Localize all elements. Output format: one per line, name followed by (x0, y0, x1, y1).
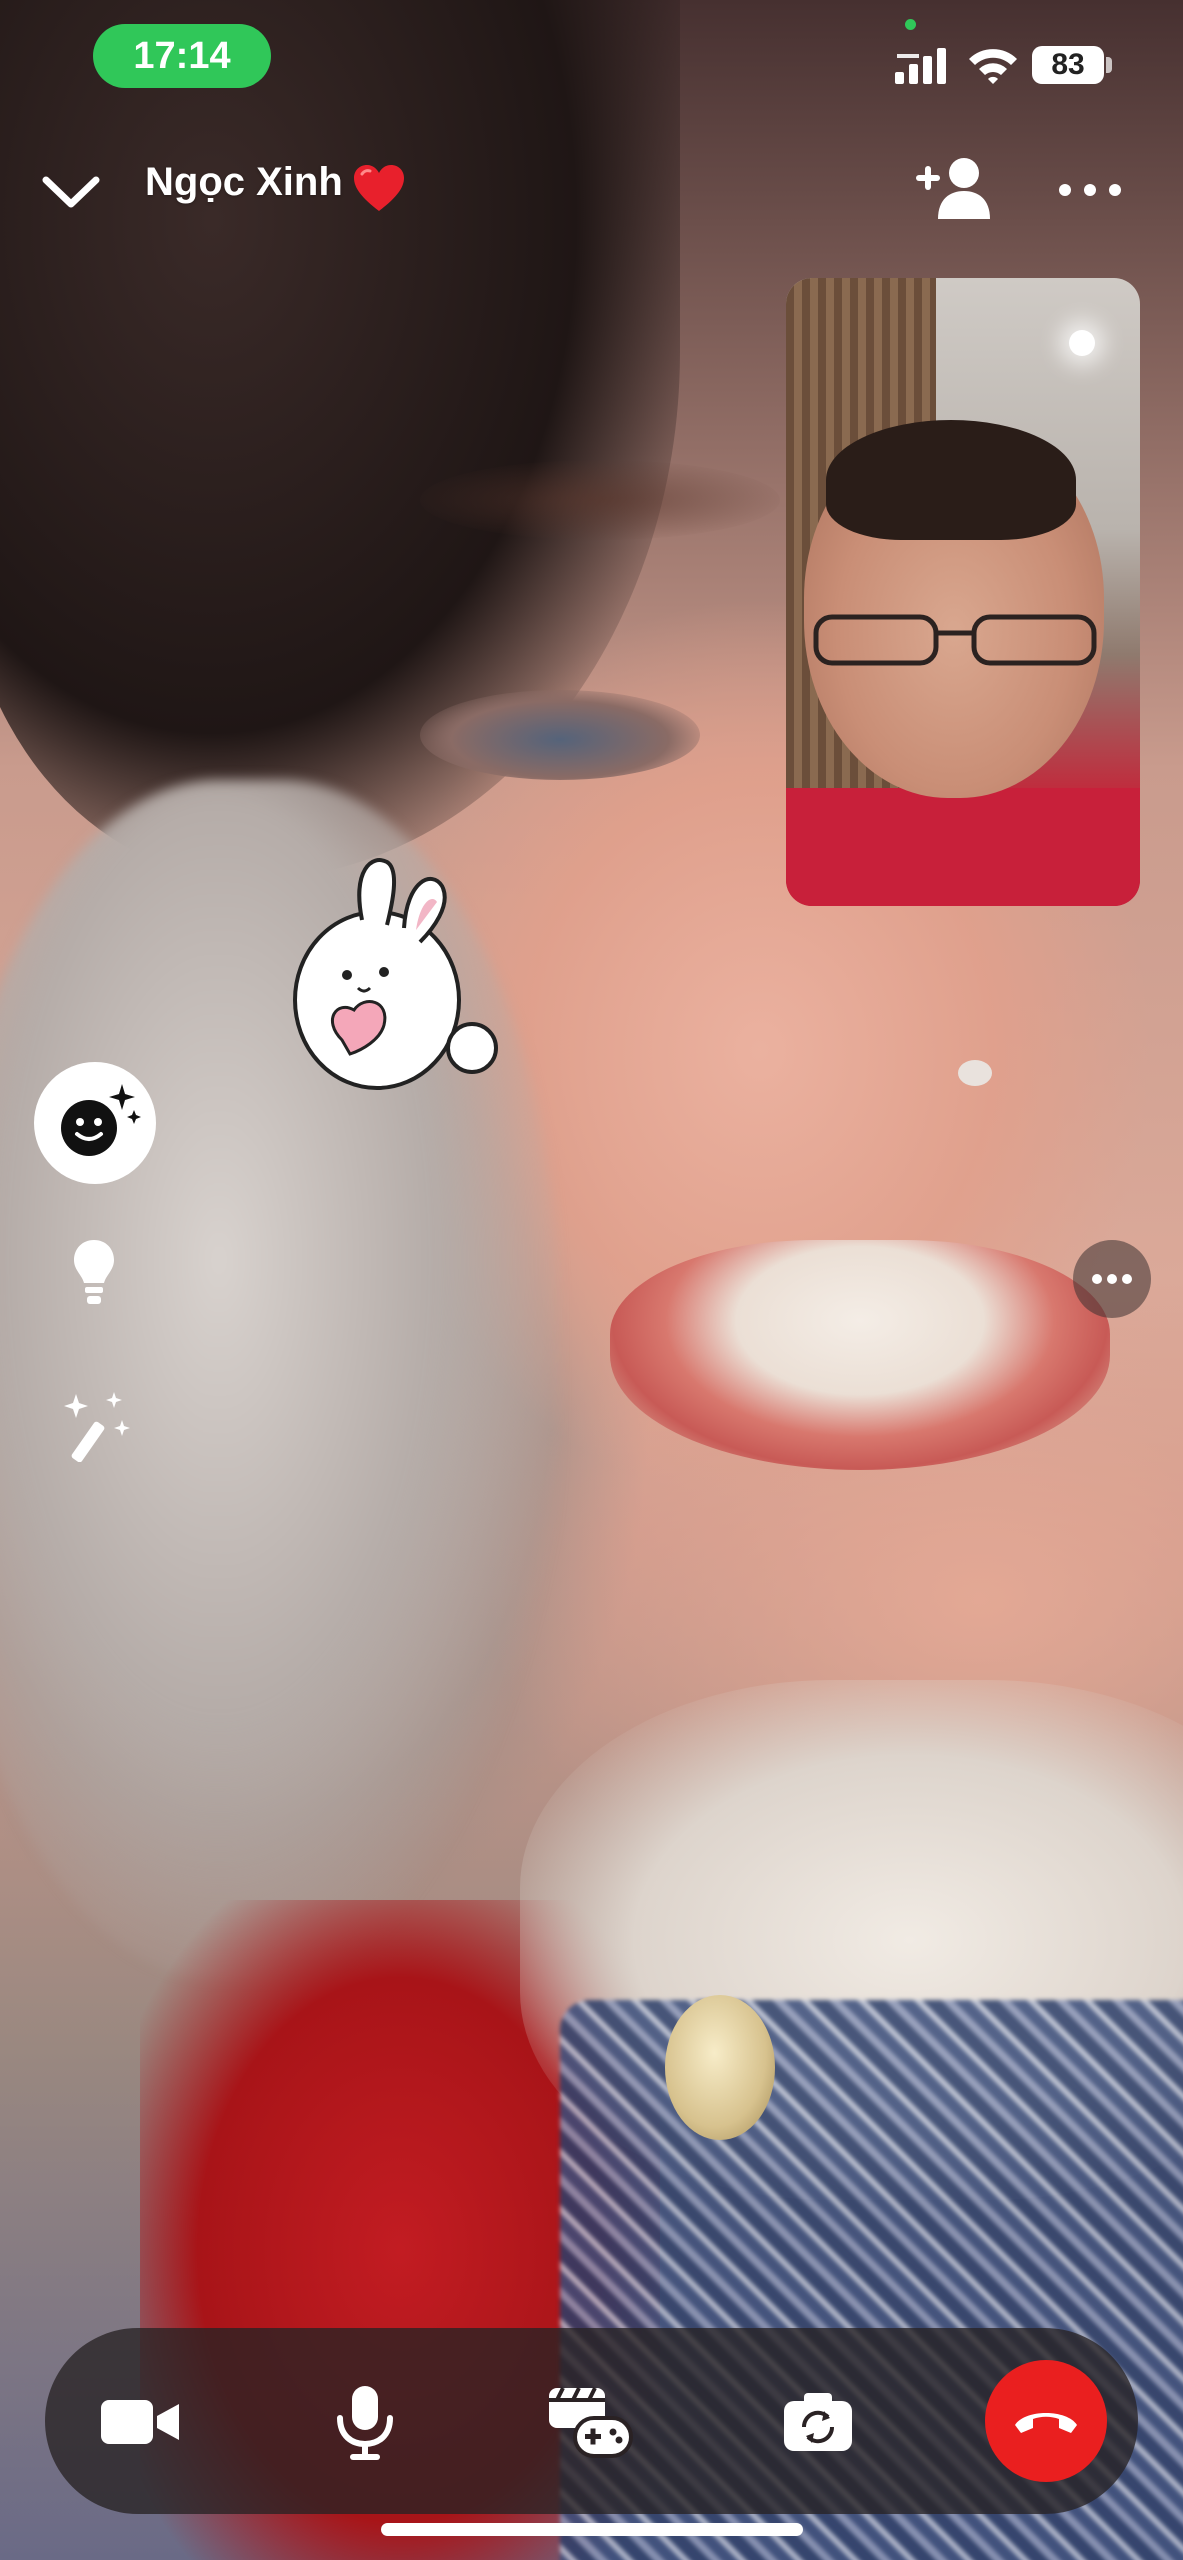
toggle-camera-button[interactable] (95, 2372, 185, 2472)
end-call-button[interactable] (985, 2360, 1107, 2482)
microphone-icon (337, 2386, 393, 2460)
battery-tip (1106, 57, 1112, 73)
more-horizontal-icon (1092, 1274, 1132, 1284)
add-person-icon[interactable] (912, 153, 996, 223)
face-sparkle-icon (61, 1084, 141, 1156)
flip-camera-button[interactable] (780, 2372, 856, 2472)
status-time: 17:14 (133, 34, 231, 77)
magic-wand-icon[interactable] (62, 1390, 134, 1462)
lightbulb-icon[interactable] (72, 1238, 116, 1308)
battery-level: 83 (1051, 48, 1085, 81)
glasses-shape (813, 614, 1097, 666)
toggle-mic-button[interactable] (330, 2372, 400, 2472)
games-button[interactable] (545, 2372, 635, 2472)
self-video-preview[interactable] (786, 278, 1140, 906)
more-options-button[interactable] (1073, 1240, 1151, 1318)
battery-indicator: 83 (1032, 46, 1104, 84)
video-camera-icon (101, 2400, 179, 2444)
more-horizontal-icon[interactable] (1055, 170, 1125, 210)
chevron-down-icon[interactable] (40, 168, 102, 214)
flip-camera-icon (784, 2393, 852, 2451)
wifi-icon (969, 49, 1017, 84)
camera-in-use-indicator (905, 19, 916, 30)
status-time-pill[interactable]: 17:14 (93, 24, 271, 88)
heart-emoji-icon (354, 165, 404, 211)
bunny-sticker-icon[interactable] (292, 850, 502, 1100)
contact-name[interactable]: Ngọc Xinh (145, 160, 343, 205)
end-call-icon (1015, 2413, 1077, 2433)
cellular-signal-icon (895, 48, 946, 84)
home-indicator[interactable] (381, 2523, 803, 2536)
game-controller-icon (549, 2387, 633, 2458)
effects-button[interactable] (34, 1062, 156, 1184)
